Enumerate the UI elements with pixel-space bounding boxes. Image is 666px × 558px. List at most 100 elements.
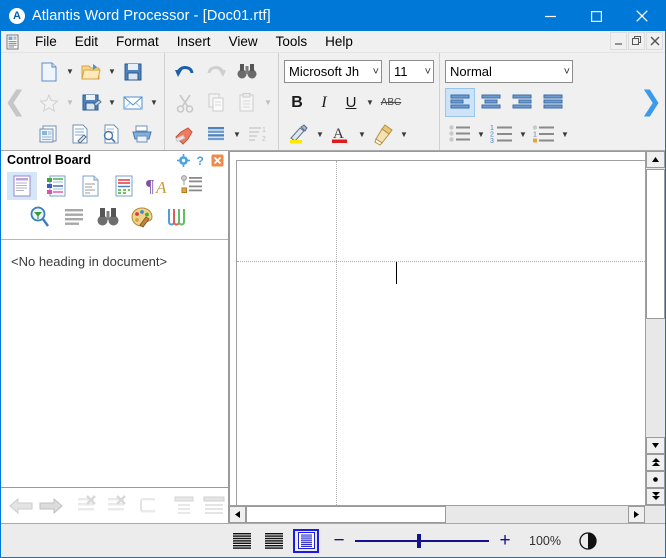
menu-item-edit[interactable]: Edit bbox=[66, 32, 107, 52]
view-mode-web-button[interactable] bbox=[261, 529, 287, 553]
control-board-tab-find-replace[interactable] bbox=[25, 203, 55, 231]
find-button[interactable] bbox=[232, 57, 262, 86]
chevron-down-icon[interactable]: ▼ bbox=[107, 67, 117, 76]
vertical-scroll-thumb[interactable] bbox=[646, 169, 665, 319]
chevron-down-icon[interactable]: ▼ bbox=[560, 130, 570, 139]
control-board-tab-document-outline[interactable] bbox=[75, 172, 105, 200]
expand-all-button[interactable] bbox=[200, 491, 228, 521]
chevron-down-icon[interactable]: ▼ bbox=[263, 98, 273, 107]
control-board-tab-document-map[interactable] bbox=[7, 172, 37, 200]
paste-button[interactable] bbox=[232, 88, 262, 117]
contrast-icon[interactable] bbox=[579, 532, 597, 550]
favorites-button[interactable] bbox=[34, 88, 64, 117]
control-board-tab-styles[interactable] bbox=[41, 172, 71, 200]
delete-subtree-button[interactable] bbox=[104, 491, 132, 521]
document-canvas[interactable] bbox=[229, 151, 645, 505]
menu-item-insert[interactable]: Insert bbox=[168, 32, 220, 52]
close-icon[interactable] bbox=[619, 1, 665, 31]
select-browse-object-button[interactable] bbox=[646, 471, 665, 488]
multilevel-list-button[interactable]: 1 bbox=[529, 120, 559, 149]
collapse-all-button[interactable] bbox=[170, 491, 198, 521]
copy-button[interactable] bbox=[201, 88, 231, 117]
chevron-down-icon[interactable]: ▼ bbox=[149, 98, 159, 107]
document-setup-button[interactable] bbox=[65, 120, 95, 149]
align-right-button[interactable] bbox=[507, 88, 537, 117]
menu-item-tools[interactable]: Tools bbox=[267, 32, 317, 52]
control-board-tree[interactable]: <No heading in document> bbox=[1, 240, 228, 487]
control-board-tab-spell-check[interactable] bbox=[109, 172, 139, 200]
maximize-icon[interactable] bbox=[573, 1, 619, 31]
mdi-minimize-icon[interactable] bbox=[610, 32, 627, 50]
chevron-down-icon[interactable]: ▼ bbox=[365, 98, 375, 107]
delete-heading-button[interactable] bbox=[75, 491, 103, 521]
align-center-button[interactable] bbox=[476, 88, 506, 117]
cut-button[interactable] bbox=[170, 88, 200, 117]
previous-page-button[interactable] bbox=[646, 454, 665, 471]
horizontal-scrollbar[interactable] bbox=[229, 505, 665, 523]
paragraph-style-select[interactable]: Normal ˅ bbox=[445, 60, 573, 83]
chevron-down-icon[interactable]: ▼ bbox=[315, 130, 325, 139]
view-mode-page-button[interactable] bbox=[293, 529, 319, 553]
open-document-button[interactable] bbox=[76, 57, 106, 86]
toolbar-scroll-right[interactable]: ❯ bbox=[637, 53, 665, 150]
menu-item-view[interactable]: View bbox=[220, 32, 267, 52]
strikethrough-button[interactable]: ABC bbox=[376, 90, 406, 116]
sort-button[interactable]: 12 bbox=[243, 120, 273, 149]
horizontal-scroll-thumb[interactable] bbox=[246, 506, 446, 523]
promote-heading-button[interactable] bbox=[134, 491, 162, 521]
scroll-down-button[interactable] bbox=[646, 437, 665, 454]
bulleted-list-button[interactable] bbox=[445, 120, 475, 149]
clear-formatting-button[interactable] bbox=[170, 120, 200, 149]
gear-icon[interactable] bbox=[176, 153, 190, 167]
menu-item-format[interactable]: Format bbox=[107, 32, 168, 52]
mdi-restore-icon[interactable] bbox=[628, 32, 645, 50]
mdi-close-icon[interactable] bbox=[646, 32, 663, 50]
menu-item-file[interactable]: File bbox=[26, 32, 66, 52]
control-board-tab-color-palette[interactable] bbox=[127, 203, 157, 231]
chevron-down-icon[interactable]: ▼ bbox=[65, 98, 75, 107]
numbered-list-button[interactable]: 123 bbox=[487, 120, 517, 149]
save-document-button[interactable] bbox=[118, 57, 148, 86]
control-board-tab-text-blocks[interactable] bbox=[59, 203, 89, 231]
nav-back-button[interactable] bbox=[7, 491, 35, 521]
redo-button[interactable] bbox=[201, 57, 231, 86]
undo-button[interactable] bbox=[170, 57, 200, 86]
chevron-down-icon[interactable]: ▼ bbox=[357, 130, 367, 139]
control-board-tab-attachments[interactable] bbox=[161, 203, 191, 231]
help-icon[interactable]: ? bbox=[193, 153, 207, 167]
chevron-down-icon[interactable]: ▼ bbox=[476, 130, 486, 139]
zoom-slider-thumb[interactable] bbox=[417, 534, 421, 548]
paragraph-tools-button[interactable] bbox=[201, 120, 231, 149]
toolbar-scroll-left[interactable]: ❮ bbox=[1, 53, 29, 150]
zoom-in-button[interactable]: + bbox=[497, 531, 513, 550]
next-page-button[interactable] bbox=[646, 488, 665, 505]
print-button[interactable] bbox=[127, 120, 157, 149]
minimize-icon[interactable] bbox=[527, 1, 573, 31]
format-painter-button[interactable] bbox=[368, 120, 398, 149]
font-size-select[interactable]: 11 ˅ bbox=[389, 60, 434, 83]
chevron-down-icon[interactable]: ▼ bbox=[232, 130, 242, 139]
document-page[interactable] bbox=[236, 160, 645, 505]
italic-button[interactable]: I bbox=[311, 90, 337, 116]
control-board-tab-fonts[interactable]: ¶A bbox=[143, 172, 173, 200]
align-left-button[interactable] bbox=[445, 88, 475, 117]
font-family-select[interactable]: Microsoft Jh ˅ bbox=[284, 60, 382, 83]
view-mode-normal-button[interactable] bbox=[229, 529, 255, 553]
nav-forward-button[interactable] bbox=[37, 491, 65, 521]
print-preview-button[interactable] bbox=[96, 120, 126, 149]
chevron-down-icon[interactable]: ▼ bbox=[107, 98, 117, 107]
menu-item-help[interactable]: Help bbox=[316, 32, 362, 52]
align-justify-button[interactable] bbox=[538, 88, 568, 117]
save-as-button[interactable] bbox=[76, 88, 106, 117]
control-board-tab-search-binoculars[interactable] bbox=[93, 203, 123, 231]
scroll-up-button[interactable] bbox=[646, 151, 665, 168]
font-color-button[interactable]: A bbox=[326, 120, 356, 149]
vertical-scrollbar[interactable] bbox=[645, 151, 665, 505]
underline-button[interactable]: U bbox=[338, 90, 364, 116]
send-email-button[interactable] bbox=[118, 88, 148, 117]
chevron-down-icon[interactable]: ▼ bbox=[518, 130, 528, 139]
scroll-left-button[interactable] bbox=[229, 506, 246, 523]
scroll-right-button[interactable] bbox=[628, 506, 645, 523]
control-board-tab-list-numbering[interactable] bbox=[177, 172, 207, 200]
bold-button[interactable]: B bbox=[284, 90, 310, 116]
